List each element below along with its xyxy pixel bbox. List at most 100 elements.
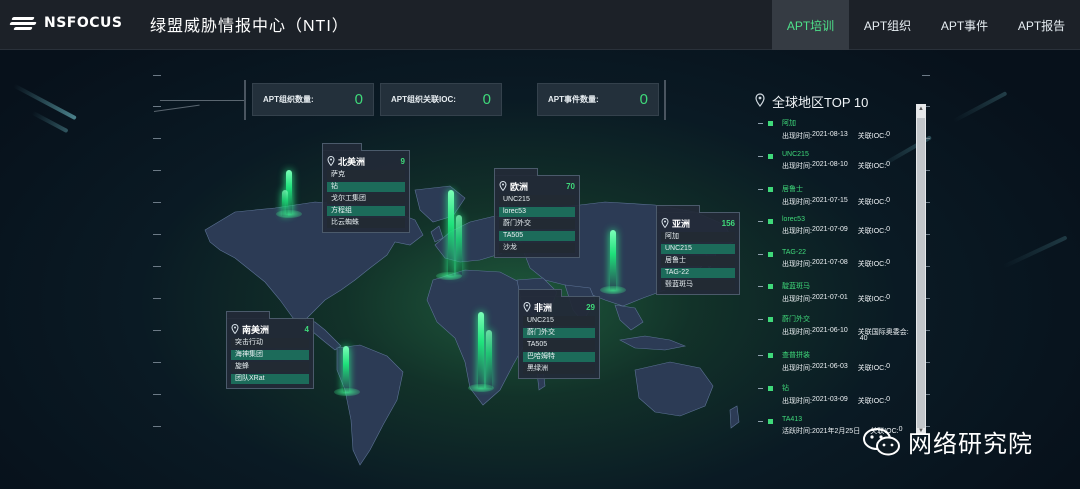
time-value: 2021-08-10 [811, 161, 848, 168]
time-label: 出现时间: [782, 365, 812, 372]
top10-item-meta: 出现时间: 2021-07-09 关联IOC: 0 [770, 226, 912, 236]
panel-item[interactable]: 海神集团 [231, 350, 309, 360]
bullet-icon [768, 317, 773, 322]
top10-item[interactable]: 钻 出现时间: 2021-03-09 关联IOC: 0 [758, 383, 912, 406]
stat-apt-event-count: APT事件数量: 0 [537, 83, 659, 116]
spike-south-america [343, 346, 349, 392]
top10-item-name[interactable]: 蔚门外交 [770, 314, 912, 324]
stat-value: 0 [354, 91, 363, 108]
bullet-icon [768, 386, 773, 391]
top10-item-name[interactable]: 查普拼装 [770, 350, 912, 360]
ioc-value: 0 [886, 294, 891, 301]
panel-item[interactable]: 萨克 [327, 170, 405, 180]
nav-apt-training[interactable]: APT培训 [772, 0, 849, 50]
top10-item[interactable]: 蔚门外交 出现时间: 2021-06-10 关联国际奥委会: 40 [758, 314, 912, 342]
panel-south-america[interactable]: 南美洲 4 突击行动 海神集团 旋蜂 团队XRat [226, 311, 314, 389]
top10-item-meta: 出现时间: 2021-07-01 关联IOC: 0 [770, 294, 912, 304]
time-label: 出现时间: [782, 199, 812, 206]
panel-item[interactable]: 比云蜘蛛 [327, 218, 405, 228]
connector-dash [758, 286, 763, 287]
top10-item-name[interactable]: TAG-22 [770, 249, 912, 256]
panel-item[interactable]: TA505 [499, 231, 575, 241]
wechat-icon [862, 427, 902, 457]
nsfocus-logo[interactable]: NSFOCUS [9, 12, 123, 34]
spike-asia [610, 230, 616, 290]
panel-item[interactable]: 突击行动 [231, 338, 309, 348]
panel-item[interactable]: 方程组 [327, 206, 405, 216]
panel-tab [656, 205, 700, 213]
top10-item-meta: 出现时间: 2021-03-09 关联IOC: 0 [770, 396, 912, 406]
ioc-value: 0 [886, 161, 891, 168]
top10-item[interactable]: 居鲁士 出现时间: 2021-07-15 关联IOC: 0 [758, 184, 912, 207]
panel-item[interactable]: lorec53 [499, 207, 575, 217]
panel-tab [226, 311, 270, 319]
panel-item[interactable]: 旋蜂 [231, 362, 309, 372]
stats-connector [160, 100, 246, 112]
top10-item-name[interactable]: lorec53 [770, 216, 912, 223]
top10-item-name[interactable]: TA413 [770, 416, 912, 423]
nav-apt-events[interactable]: APT事件 [926, 0, 1003, 50]
ioc-value: 0 [886, 197, 891, 204]
panel-item[interactable]: 黑绿洲 [523, 364, 595, 374]
panel-item[interactable]: TA505 [523, 340, 595, 350]
scrollbar-thumb[interactable] [917, 118, 925, 428]
panel-item[interactable]: 居鲁士 [661, 256, 735, 266]
nav-apt-groups[interactable]: APT组织 [849, 0, 926, 50]
top10-item[interactable]: UNC215 出现时间: 2021-08-10 关联IOC: 0 [758, 151, 912, 171]
panel-item[interactable]: 蔚门外交 [523, 328, 595, 338]
spike-africa [478, 312, 484, 388]
panel-item[interactable]: 巴哈姆特 [523, 352, 595, 362]
panel-title: 北美洲 [338, 156, 366, 167]
panel-asia[interactable]: 亚洲 156 阿加 UNC215 居鲁士 TAG-22 毂蓝斑马 [656, 205, 740, 295]
ioc-value: 40 [859, 335, 868, 342]
panel-item[interactable]: 戈尔工集团 [327, 194, 405, 204]
top10-item-name[interactable]: 靛蓝斑马 [770, 281, 912, 291]
panel-item[interactable]: UNC215 [499, 195, 575, 205]
top10-item-name[interactable]: 钻 [770, 383, 912, 393]
logo-mark-icon [9, 16, 40, 30]
top10-item[interactable]: 查普拼装 出现时间: 2021-06-03 关联IOC: 0 [758, 350, 912, 373]
panel-africa[interactable]: 非洲 29 UNC215 蔚门外交 TA505 巴哈姆特 黑绿洲 [518, 289, 600, 379]
panel-item[interactable]: UNC215 [523, 316, 595, 326]
panel-item[interactable]: 蔚门外交 [499, 219, 575, 229]
panel-item[interactable]: UNC215 [661, 244, 735, 254]
nav-apt-reports[interactable]: APT报告 [1003, 0, 1080, 50]
world-map[interactable] [165, 150, 755, 470]
panel-item[interactable]: 钻 [327, 182, 405, 192]
top10-item-meta: 出现时间: 2021-08-13 关联IOC: 0 [770, 131, 912, 141]
panel-north-america[interactable]: 北美洲 9 萨克 钻 戈尔工集团 方程组 比云蜘蛛 [322, 143, 410, 233]
bullet-icon [768, 219, 773, 224]
spike-north-america-2 [282, 190, 288, 216]
ioc-label: 关联IOC: [857, 199, 887, 206]
top10-item[interactable]: 靛蓝斑马 出现时间: 2021-07-01 关联IOC: 0 [758, 281, 912, 304]
top10-item-meta: 出现时间: 2021-08-10 关联IOC: 0 [770, 161, 912, 171]
panel-item[interactable]: 毂蓝斑马 [661, 280, 735, 290]
panel-item[interactable]: 沙龙 [499, 243, 575, 253]
light-streak [952, 91, 1008, 123]
panel-item[interactable]: 团队XRat [231, 374, 309, 384]
top10-item-name[interactable]: UNC215 [770, 151, 912, 158]
time-label: 出现时间: [782, 261, 812, 268]
map-new-zealand [729, 405, 740, 429]
time-label: 出现时间: [782, 296, 812, 303]
time-value: 2021-07-09 [811, 226, 848, 233]
bullet-icon [768, 252, 773, 257]
bullet-icon [768, 284, 773, 289]
ioc-label: 关联IOC: [857, 228, 887, 235]
scroll-up-icon[interactable]: ▲ [918, 106, 924, 112]
top10-item-name[interactable]: 居鲁士 [770, 184, 912, 194]
top10-item[interactable]: lorec53 出现时间: 2021-07-09 关联IOC: 0 [758, 216, 912, 236]
ioc-label: 关联IOC: [857, 296, 887, 303]
stat-label: APT组织关联IOC: [391, 95, 456, 104]
panel-europe[interactable]: 欧洲 70 UNC215 lorec53 蔚门外交 TA505 沙龙 [494, 168, 580, 258]
panel-item[interactable]: 阿加 [661, 232, 735, 242]
ioc-value: 0 [886, 396, 891, 403]
top10-item-name[interactable]: 阿加 [770, 118, 912, 128]
panel-item[interactable]: TAG-22 [661, 268, 735, 278]
top10-title: 全球地区TOP 10 [772, 95, 869, 110]
top-bar: NSFOCUS 绿盟威胁情报中心（NTI） APT培训 APT组织 APT事件 … [0, 0, 1080, 50]
top10-item[interactable]: TAG-22 出现时间: 2021-07-08 关联IOC: 0 [758, 249, 912, 269]
top10-item[interactable]: 阿加 出现时间: 2021-08-13 关联IOC: 0 [758, 118, 912, 141]
ioc-label: 关联IOC: [857, 261, 887, 268]
connector-dash [758, 388, 763, 389]
